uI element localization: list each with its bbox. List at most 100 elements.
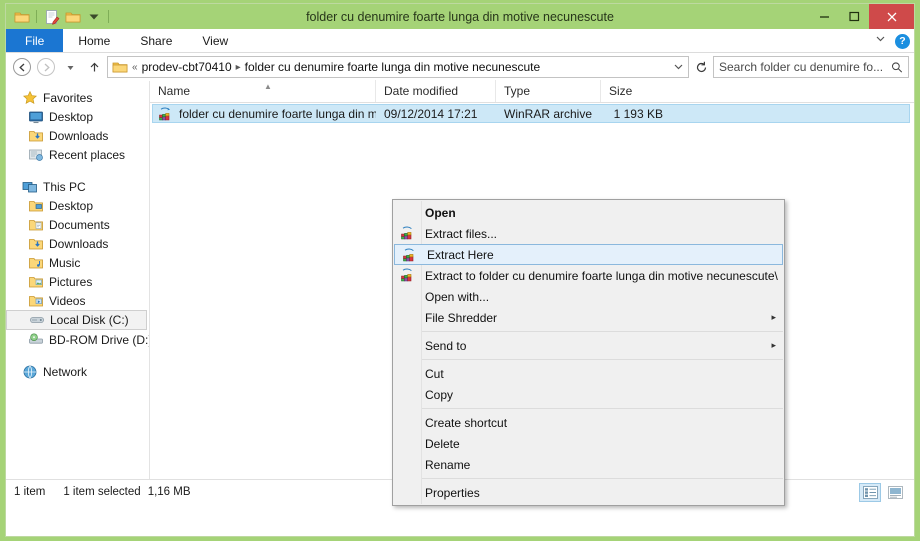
- details-view-button[interactable]: [859, 482, 881, 502]
- file-type: WinRAR archive: [504, 106, 593, 121]
- menu-item-open[interactable]: Open: [393, 202, 784, 223]
- computer-icon: [22, 181, 37, 192]
- sidebar-group-network-label: Network: [43, 364, 88, 379]
- sidebar-item-label: Local Disk (C:): [50, 313, 129, 327]
- search-input[interactable]: [719, 60, 891, 74]
- file-size: 1 193 KB: [613, 106, 663, 121]
- menu-item-properties[interactable]: Properties: [393, 482, 784, 503]
- minimize-button[interactable]: [809, 4, 839, 29]
- view-buttons: [859, 482, 906, 502]
- recent-locations-button[interactable]: [59, 56, 81, 78]
- menu-item-file-shredder[interactable]: File Shredder ▸: [393, 307, 784, 328]
- menu-item-label: Create shortcut: [425, 415, 508, 430]
- title-bar: folder cu denumire foarte lunga din moti…: [6, 4, 914, 29]
- tab-share[interactable]: Share: [125, 29, 187, 52]
- sidebar-item-videos[interactable]: Videos: [6, 291, 149, 310]
- menu-item-label: Extract Here: [427, 247, 494, 262]
- sidebar-group-network[interactable]: Network: [6, 362, 149, 381]
- sidebar-item-downloads-pc[interactable]: Downloads: [6, 234, 149, 253]
- search-icon[interactable]: [891, 61, 903, 74]
- tab-view[interactable]: View: [187, 29, 243, 52]
- sidebar-item-label: Videos: [49, 293, 86, 308]
- folder-icon[interactable]: [12, 7, 31, 26]
- menu-item-extract-here[interactable]: Extract Here: [394, 244, 783, 265]
- menu-item-extract-files[interactable]: Extract files...: [393, 223, 784, 244]
- winrar-archive-icon: [159, 107, 170, 120]
- column-header-name[interactable]: Name ▲: [150, 80, 375, 102]
- ribbon-tab-bar: File Home Share View ?: [6, 29, 914, 53]
- up-button[interactable]: [83, 56, 105, 78]
- menu-item-extract-to-folder[interactable]: Extract to folder cu denumire foarte lun…: [393, 265, 784, 286]
- menu-item-delete[interactable]: Delete: [393, 433, 784, 454]
- sidebar-item-desktop-fav[interactable]: Desktop: [6, 107, 149, 126]
- sidebar-item-label: Music: [49, 255, 81, 270]
- sidebar-item-local-disk-c[interactable]: Local Disk (C:): [6, 310, 147, 330]
- forward-button[interactable]: [35, 56, 57, 78]
- submenu-arrow-icon: ▸: [771, 312, 776, 322]
- downloads-folder-icon: [29, 238, 43, 249]
- star-icon: [22, 90, 38, 104]
- sidebar-item-recent-places[interactable]: Recent places: [6, 145, 149, 164]
- breadcrumb-item-1[interactable]: folder cu denumire foarte lunga din moti…: [245, 60, 541, 74]
- sidebar-item-bdrom-drive-d[interactable]: BD-ROM Drive (D:) H: [6, 330, 149, 349]
- menu-item-rename[interactable]: Rename: [393, 454, 784, 475]
- status-selection-count: 1 item selected: [63, 486, 141, 498]
- hard-drive-icon: [30, 317, 44, 323]
- status-selection-size: 1,16 MB: [147, 486, 191, 498]
- optical-drive-icon: [29, 332, 43, 344]
- column-header-type[interactable]: Type: [495, 80, 600, 102]
- expand-ribbon-icon[interactable]: [874, 32, 887, 50]
- content-area: Favorites Desktop Downloads Recent place…: [6, 80, 914, 506]
- sidebar-group-this-pc[interactable]: This PC: [6, 177, 149, 196]
- table-row[interactable]: folder cu denumire foarte lunga din moti…: [152, 104, 910, 123]
- window-controls: [809, 4, 914, 29]
- breadcrumb-dropdown-icon[interactable]: [667, 61, 684, 74]
- sidebar-item-desktop-pc[interactable]: Desktop: [6, 196, 149, 215]
- sidebar-item-documents[interactable]: Documents: [6, 215, 149, 234]
- breadcrumb[interactable]: « prodev-cbt70410 ▸ folder cu denumire f…: [107, 56, 689, 78]
- music-folder-icon: [29, 257, 43, 268]
- back-button[interactable]: [11, 56, 33, 78]
- maximize-button[interactable]: [839, 4, 869, 29]
- file-name: folder cu denumire foarte lunga din moti: [179, 106, 376, 121]
- large-icons-view-button[interactable]: [884, 483, 906, 502]
- menu-item-label: Open: [425, 205, 456, 220]
- close-button[interactable]: [869, 4, 914, 29]
- menu-item-create-shortcut[interactable]: Create shortcut: [393, 412, 784, 433]
- sidebar-item-downloads-fav[interactable]: Downloads: [6, 126, 149, 145]
- recent-places-icon: [29, 149, 43, 161]
- new-folder-icon[interactable]: [63, 7, 82, 26]
- desktop-icon: [29, 111, 43, 123]
- desktop-background: folder cu denumire foarte lunga din moti…: [0, 0, 920, 541]
- refresh-button[interactable]: [691, 61, 711, 74]
- sidebar-item-music[interactable]: Music: [6, 253, 149, 272]
- sidebar-group-favorites[interactable]: Favorites: [6, 88, 149, 107]
- breadcrumb-item-0[interactable]: prodev-cbt70410: [142, 60, 232, 74]
- search-box[interactable]: [713, 56, 909, 78]
- column-header-date-modified[interactable]: Date modified: [375, 80, 495, 102]
- address-folder-icon: [112, 62, 128, 73]
- chevron-down-icon[interactable]: [84, 7, 103, 26]
- menu-item-open-with[interactable]: Open with...: [393, 286, 784, 307]
- qat-separator-2: [108, 10, 109, 23]
- tab-home[interactable]: Home: [63, 29, 125, 52]
- properties-icon[interactable]: [42, 7, 61, 26]
- sidebar-group-this-pc-label: This PC: [43, 179, 86, 194]
- tab-file[interactable]: File: [6, 29, 64, 52]
- file-list-pane[interactable]: Name ▲ Date modified Type Size folder cu…: [150, 80, 914, 506]
- menu-item-send-to[interactable]: Send to ▸: [393, 335, 784, 356]
- file-explorer-window: folder cu denumire foarte lunga din moti…: [5, 3, 915, 537]
- column-header-size[interactable]: Size: [600, 80, 670, 102]
- menu-item-label: Delete: [425, 436, 460, 451]
- pictures-folder-icon: [29, 276, 43, 287]
- documents-folder-icon: [29, 219, 43, 230]
- context-menu[interactable]: Open Extract files... Extract Here Extra…: [392, 199, 785, 506]
- menu-item-label: File Shredder: [425, 310, 498, 325]
- menu-item-copy[interactable]: Copy: [393, 384, 784, 405]
- sidebar-item-pictures[interactable]: Pictures: [6, 272, 149, 291]
- menu-item-cut[interactable]: Cut: [393, 363, 784, 384]
- sidebar-item-label: Recent places: [49, 147, 126, 162]
- help-icon[interactable]: ?: [895, 33, 910, 49]
- breadcrumb-overflow[interactable]: «: [131, 62, 139, 73]
- navigation-pane[interactable]: Favorites Desktop Downloads Recent place…: [6, 81, 149, 479]
